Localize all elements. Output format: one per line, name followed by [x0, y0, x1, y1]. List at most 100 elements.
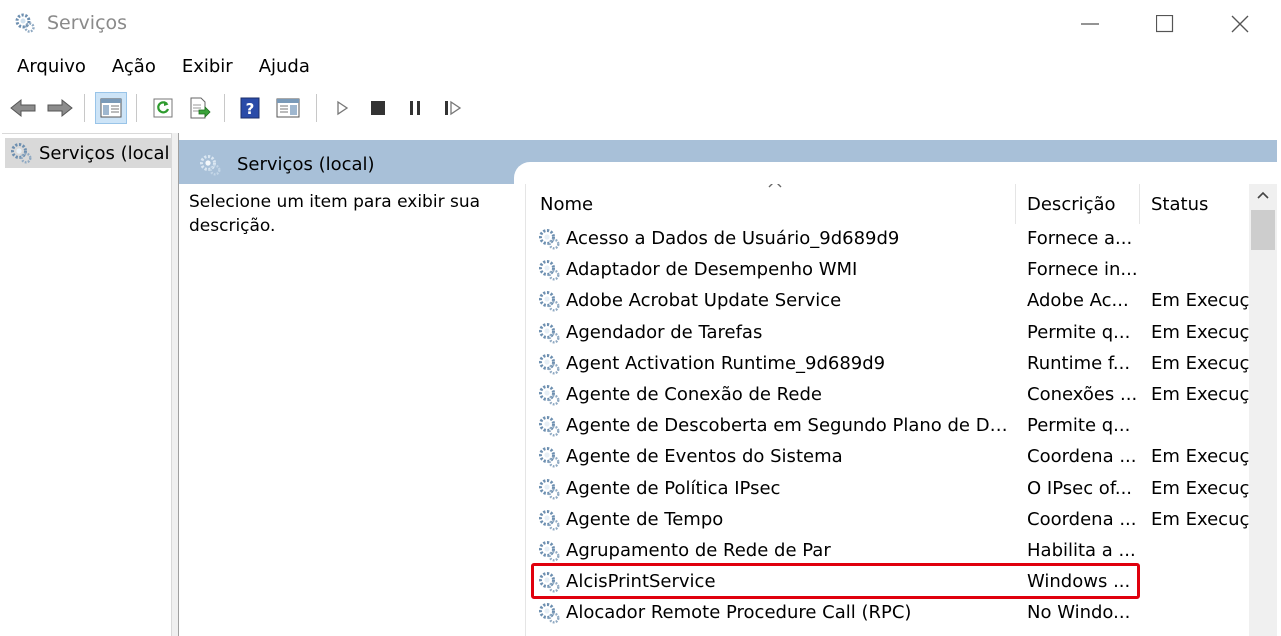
service-status: Em Execuç	[1151, 477, 1249, 499]
description-hint: Selecione um item para exibir sua descri…	[189, 192, 481, 236]
service-description: Permite q...	[1027, 321, 1131, 343]
properties-view-button[interactable]	[272, 92, 304, 124]
export-list-button[interactable]	[184, 92, 216, 124]
table-row[interactable]: Acesso a Dados de Usuário_9d689d9 Fornece…	[529, 224, 1249, 255]
service-description: Coordena ...	[1027, 508, 1137, 530]
service-name: Agrupamento de Rede de Par	[566, 540, 831, 561]
back-arrow-icon	[10, 98, 36, 118]
vertical-scrollbar[interactable]	[1249, 184, 1277, 636]
tree-item-label: Serviços (local)	[39, 142, 171, 164]
menu-exibir[interactable]: Exibir	[166, 50, 243, 84]
service-status: Em Execuç	[1151, 321, 1249, 343]
column-header-status[interactable]: Status	[1151, 184, 1249, 224]
service-name: Agendador de Tarefas	[566, 321, 763, 343]
column-header-name[interactable]: Nome	[540, 184, 1014, 224]
service-gear-icon	[539, 478, 560, 500]
service-description: Conexões ...	[1027, 384, 1138, 405]
show-hide-tree-button[interactable]	[95, 92, 127, 124]
refresh-button[interactable]	[147, 92, 179, 124]
scrollbar-thumb[interactable]	[1251, 210, 1275, 250]
service-status: Em Execuç	[1151, 352, 1249, 374]
scroll-up-arrow-icon[interactable]	[1256, 190, 1270, 200]
service-name: Agente de Descoberta em Segundo Plano de…	[566, 415, 1009, 437]
toolbar-separator	[224, 94, 225, 122]
service-description: Permite q...	[1027, 415, 1131, 437]
toolbar: ?	[0, 88, 1281, 126]
service-name: Agente de Conexão de Rede	[566, 384, 822, 405]
table-row[interactable]: Agente de Eventos do Sistema Coordena ...…	[529, 442, 1249, 473]
show-hide-console-tree-icon	[100, 98, 122, 118]
tree-item-services-local[interactable]: Serviços (local)	[5, 138, 171, 168]
table-row[interactable]: Adaptador de Desempenho WMI Fornece in...	[529, 255, 1249, 286]
service-name: Agente de Política IPsec	[566, 477, 781, 499]
service-description: No Windo...	[1027, 602, 1131, 624]
close-button[interactable]	[1202, 0, 1278, 48]
menu-acao[interactable]: Ação	[96, 50, 166, 84]
menu-ajuda[interactable]: Ajuda	[243, 50, 320, 84]
table-row[interactable]: AlcisPrintService Windows ...	[529, 567, 1249, 598]
column-divider[interactable]	[1139, 184, 1140, 224]
close-icon	[1231, 15, 1249, 33]
gears-icon	[200, 155, 221, 176]
service-status: Em Execuç	[1151, 508, 1249, 530]
table-row[interactable]: Agente de Política IPsec O IPsec of... Em …	[529, 474, 1249, 505]
services-pane: Serviços (local) Selecione um item para …	[178, 133, 1281, 636]
service-gear-icon	[539, 416, 560, 437]
export-list-icon	[190, 97, 211, 119]
stop-service-icon	[371, 101, 385, 115]
help-button[interactable]: ?	[234, 92, 266, 124]
column-header-description[interactable]: Descrição	[1027, 184, 1137, 224]
service-gear-icon	[539, 603, 560, 624]
service-description: Habilita a ...	[1027, 540, 1136, 561]
stop-service-button[interactable]	[362, 92, 394, 124]
service-gear-icon	[539, 541, 560, 562]
back-button[interactable]	[7, 92, 39, 124]
console-tree: Serviços (local)	[2, 133, 172, 636]
service-description: O IPsec of...	[1027, 477, 1133, 499]
table-row[interactable]: Alocador Remote Procedure Call (RPC) No W…	[529, 598, 1249, 629]
resume-service-button[interactable]	[437, 92, 469, 124]
gears-icon	[15, 13, 35, 33]
service-status: Em Execuç	[1151, 446, 1249, 468]
menu-arquivo[interactable]: Arquivo	[0, 50, 96, 84]
service-name: Alocador Remote Procedure Call (RPC)	[566, 602, 912, 624]
table-row[interactable]: Agrupamento de Rede de Par Habilita a ...	[529, 536, 1249, 567]
service-name: Agente de Eventos do Sistema	[566, 446, 843, 468]
service-gear-icon	[539, 509, 560, 531]
maximize-icon	[1156, 15, 1174, 33]
service-gear-icon	[539, 572, 560, 593]
start-service-button[interactable]	[326, 92, 358, 124]
pane-title: Serviços (local)	[237, 154, 375, 175]
toolbar-separator	[84, 94, 85, 122]
properties-view-icon	[276, 98, 300, 118]
minimize-button[interactable]	[1052, 0, 1128, 48]
service-description: Fornece in...	[1027, 259, 1138, 281]
service-name: Agent Activation Runtime_9d689d9	[566, 352, 886, 374]
table-row[interactable]: Agente de Conexão de Rede Conexões ... Em …	[529, 380, 1249, 411]
table-row[interactable]: Agente de Tempo Coordena ... Em Execuç	[529, 505, 1249, 536]
service-gear-icon	[539, 291, 560, 312]
column-divider[interactable]	[1015, 184, 1016, 224]
table-row[interactable]: Agent Activation Runtime_9d689d9 Runtime …	[529, 349, 1249, 380]
refresh-icon	[153, 98, 173, 118]
pause-service-button[interactable]	[399, 92, 431, 124]
service-status: Em Execuç	[1151, 384, 1249, 405]
resume-service-icon	[445, 100, 462, 116]
help-icon: ?	[240, 97, 260, 119]
services-list: Nome Descrição Status Acesso a Dados de …	[529, 184, 1249, 636]
forward-button[interactable]	[44, 92, 76, 124]
forward-arrow-icon	[47, 98, 73, 118]
service-description: Coordena ...	[1027, 446, 1137, 468]
start-service-icon	[337, 100, 349, 116]
table-row[interactable]: Adobe Acrobat Update Service Adobe Ac... E…	[529, 286, 1249, 317]
table-row[interactable]: Agente de Descoberta em Segundo Plano de…	[529, 411, 1249, 442]
description-panel: Selecione um item para exibir sua descri…	[179, 184, 526, 636]
service-gear-icon	[539, 447, 560, 468]
pause-service-icon	[410, 101, 420, 115]
table-row[interactable]: Agendador de Tarefas Permite q... Em Execu…	[529, 318, 1249, 349]
service-description: Runtime f...	[1027, 352, 1131, 374]
maximize-button[interactable]	[1127, 0, 1203, 48]
service-gear-icon	[539, 229, 560, 250]
tab-notch	[514, 162, 1277, 184]
service-name: Adobe Acrobat Update Service	[566, 290, 842, 312]
